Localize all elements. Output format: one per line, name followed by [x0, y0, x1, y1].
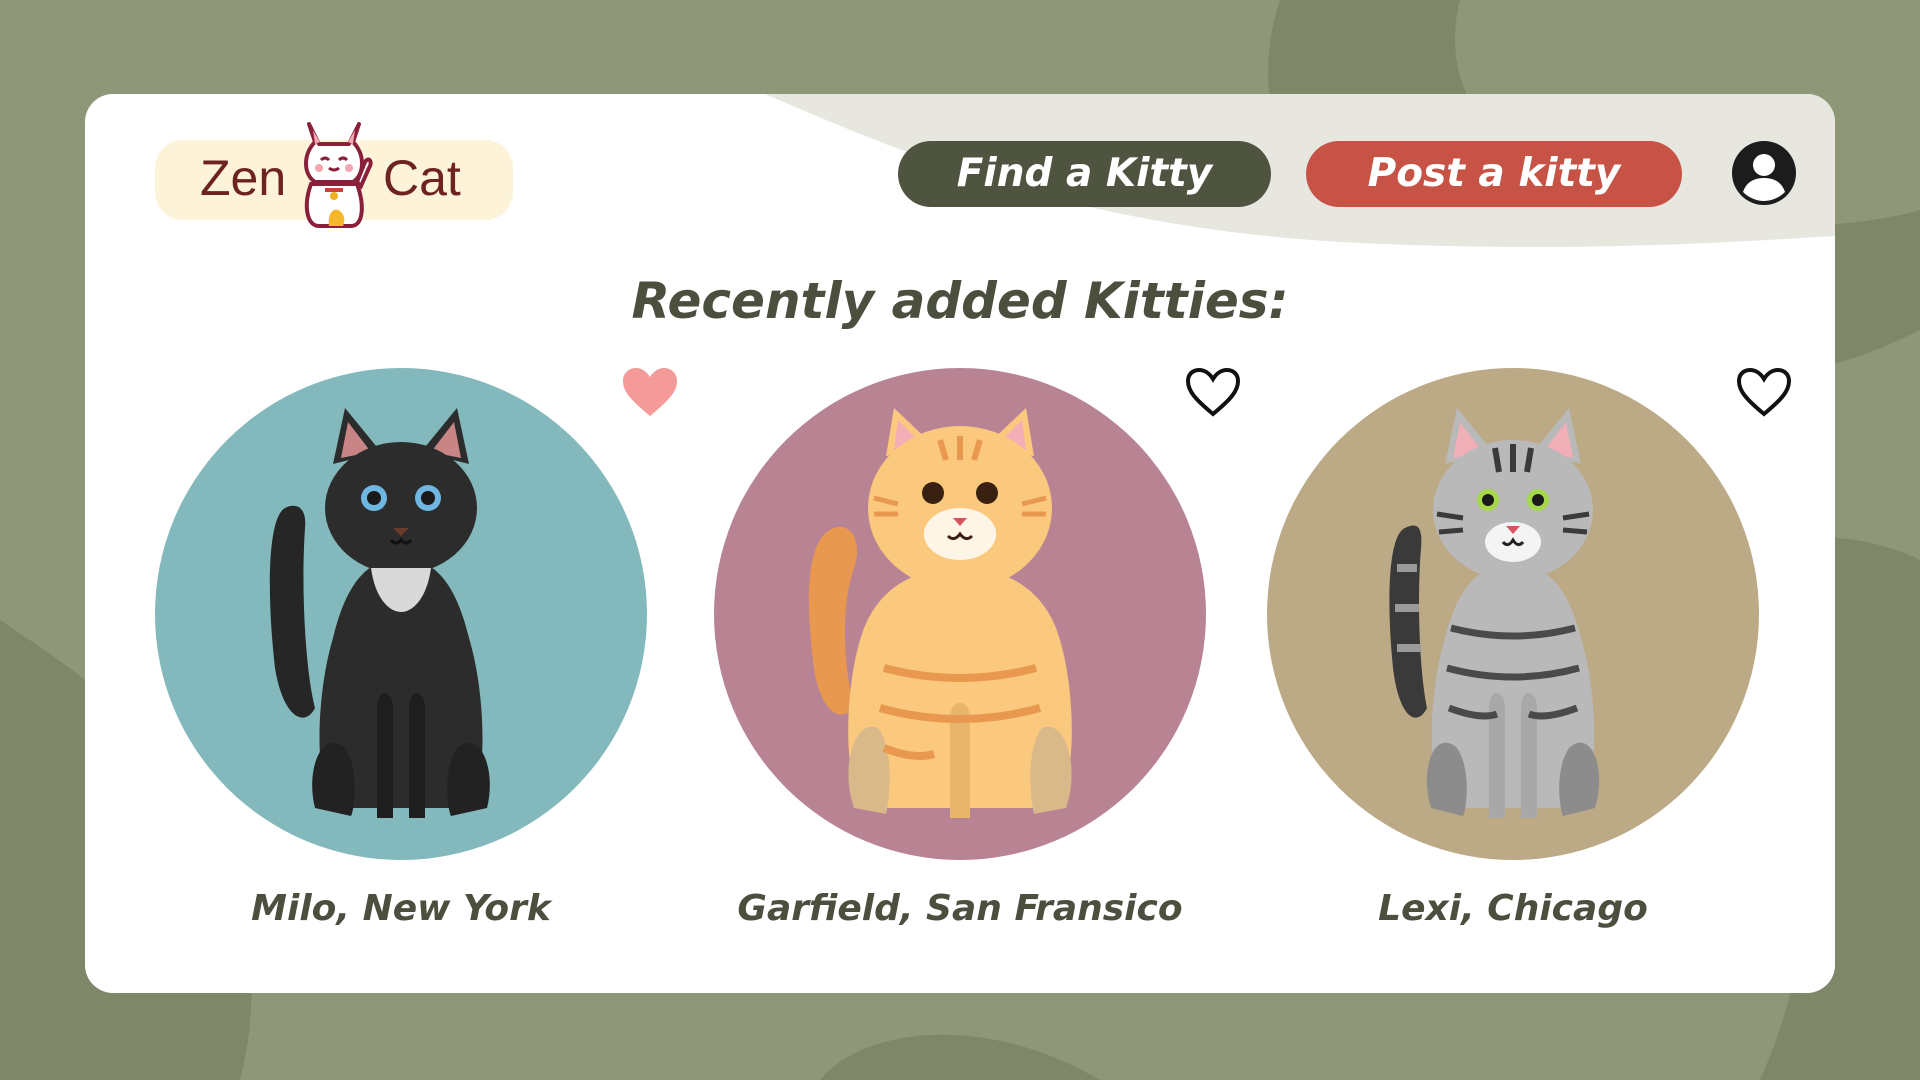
user-circle-icon[interactable]	[1731, 140, 1797, 206]
grey-tabby-cat-illustration	[1267, 368, 1759, 860]
orange-tabby-cat-illustration	[714, 368, 1206, 860]
zen-cat-logo[interactable]: Zen Cat	[155, 122, 513, 228]
heart-filled-icon[interactable]	[621, 366, 679, 418]
heart-outline-icon[interactable]	[1735, 366, 1793, 418]
kitty-caption: Lexi, Chicago	[1378, 888, 1648, 929]
logo-word-cat: Cat	[383, 150, 461, 206]
kitty-caption: Garfield, San Fransico	[737, 888, 1183, 929]
lucky-cat-icon	[304, 122, 373, 228]
main-card: Zen Cat Find a Kitty Post a kitty Recent…	[85, 94, 1835, 993]
logo-word-zen: Zen	[200, 150, 287, 206]
post-a-kitty-button[interactable]: Post a kitty	[1306, 141, 1682, 207]
heart-outline-icon[interactable]	[1184, 366, 1242, 418]
kitty-caption: Milo, New York	[251, 888, 551, 929]
find-a-kitty-button[interactable]: Find a Kitty	[898, 141, 1271, 207]
section-heading: Recently added Kitties:	[631, 272, 1289, 330]
black-cat-illustration	[155, 368, 647, 860]
